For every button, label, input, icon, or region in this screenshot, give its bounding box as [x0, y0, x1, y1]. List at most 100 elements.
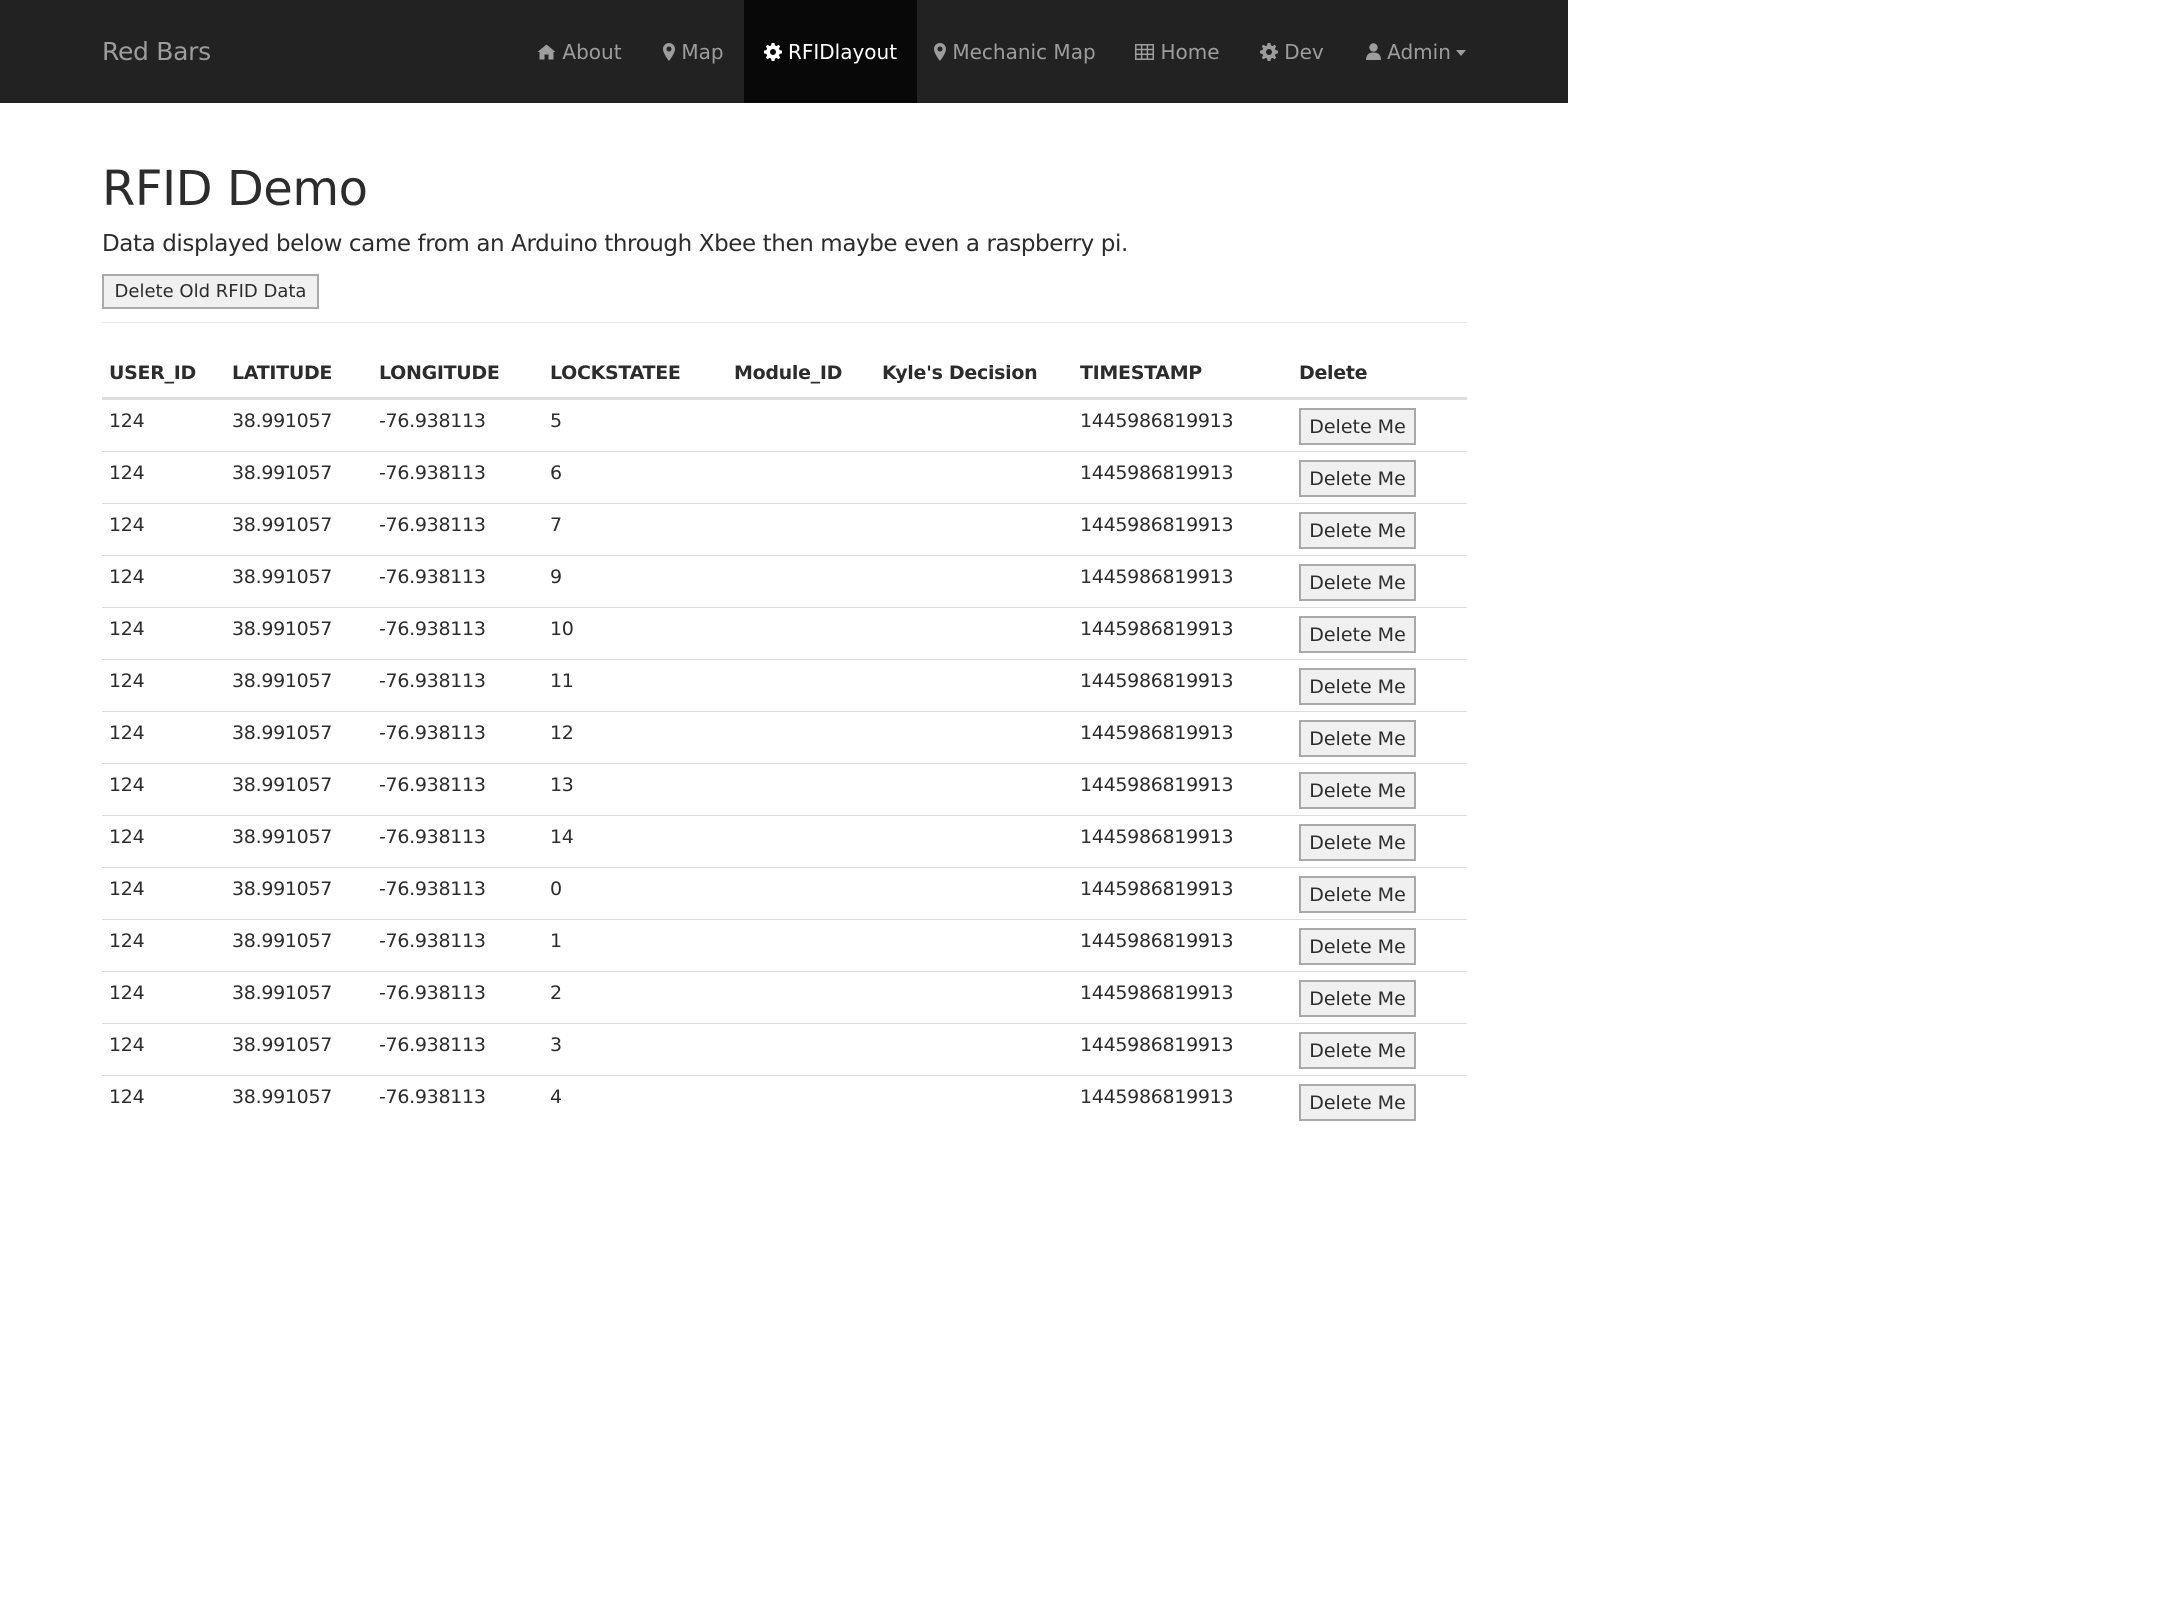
cell-value: -76.938113	[379, 670, 486, 692]
latitude-cell: 38.991057	[225, 815, 372, 868]
cell-value	[734, 660, 875, 670]
cell-value: -76.938113	[379, 410, 486, 432]
delete-me-button[interactable]: Delete Me	[1299, 616, 1416, 653]
module-id-cell	[727, 451, 875, 504]
caret-down-icon	[1455, 49, 1466, 56]
cell-value: 6	[550, 462, 562, 484]
cell-value: 38.991057	[232, 826, 333, 848]
nav-item-mechanic-map[interactable]: Mechanic Map	[922, 0, 1108, 103]
cell-value: 9	[550, 566, 562, 588]
cell-value: -76.938113	[379, 1086, 486, 1108]
nav-item-about[interactable]: About	[524, 0, 635, 103]
cell-value: 1	[550, 930, 562, 952]
delete-me-button[interactable]: Delete Me	[1299, 824, 1416, 861]
cell-value: -76.938113	[379, 930, 486, 952]
timestamp-cell: 1445986819913	[1073, 607, 1292, 660]
cell-value	[734, 556, 875, 566]
delete-me-button[interactable]: Delete Me	[1299, 876, 1416, 913]
longitude-cell: -76.938113	[372, 815, 543, 868]
module-id-cell	[727, 607, 875, 660]
cell-value	[734, 920, 875, 930]
module-id-cell	[727, 763, 875, 816]
map-marker-icon	[934, 42, 947, 61]
cell-value: 124	[109, 982, 145, 1004]
delete-me-button[interactable]: Delete Me	[1299, 928, 1416, 965]
gear-icon	[763, 42, 782, 61]
cell-value	[734, 608, 875, 618]
lockstatee-cell: 4	[543, 1076, 727, 1128]
kyles-decision-cell	[875, 503, 1073, 556]
delete-cell: Delete Me	[1292, 919, 1467, 972]
cell-value	[882, 608, 1073, 618]
kyles-decision-cell	[875, 763, 1073, 816]
cell-value: 124	[109, 1034, 145, 1056]
table-row: 124 38.991057 -76.938113 12 1445986819913 Del…	[102, 711, 1467, 764]
delete-me-button[interactable]: Delete Me	[1299, 460, 1416, 497]
lockstatee-cell: 13	[543, 763, 727, 816]
delete-cell: Delete Me	[1292, 398, 1467, 452]
delete-me-button[interactable]: Delete Me	[1299, 720, 1416, 757]
nav-item-rfidlayout[interactable]: RFIDlayout	[744, 0, 917, 103]
table-row: 124 38.991057 -76.938113 11 1445986819913 Del…	[102, 659, 1467, 712]
timestamp-cell: 1445986819913	[1073, 919, 1292, 972]
cell-value	[882, 764, 1073, 774]
nav-item-home[interactable]: Home	[1122, 0, 1233, 103]
column-header-delete: Delete	[1292, 348, 1467, 400]
delete-me-button[interactable]: Delete Me	[1299, 408, 1416, 445]
cell-value: 11	[550, 670, 574, 692]
cell-value: 13	[550, 774, 574, 796]
longitude-cell: -76.938113	[372, 711, 543, 764]
nav-item-label: Map	[681, 39, 724, 64]
delete-cell: Delete Me	[1292, 607, 1467, 660]
cell-value: 3	[550, 1034, 562, 1056]
lockstatee-cell: 6	[543, 451, 727, 504]
kyles-decision-cell	[875, 1023, 1073, 1076]
nav-item-map[interactable]: Map	[650, 0, 737, 103]
column-header-user-id: USER_ID	[102, 348, 225, 400]
cell-value: 1445986819913	[1080, 930, 1234, 952]
page-description: Data displayed below came from an Arduin…	[102, 231, 1128, 257]
delete-cell: Delete Me	[1292, 555, 1467, 608]
longitude-cell: -76.938113	[372, 659, 543, 712]
lockstatee-cell: 9	[543, 555, 727, 608]
longitude-cell: -76.938113	[372, 607, 543, 660]
cell-value: -76.938113	[379, 462, 486, 484]
nav-item-admin[interactable]: Admin	[1352, 0, 1480, 103]
delete-me-button[interactable]: Delete Me	[1299, 1032, 1416, 1069]
lockstatee-cell: 7	[543, 503, 727, 556]
module-id-cell	[727, 1023, 875, 1076]
delete-me-button[interactable]: Delete Me	[1299, 1084, 1416, 1121]
cell-value: 124	[109, 618, 145, 640]
cell-value	[734, 816, 875, 826]
cell-value: 38.991057	[232, 462, 333, 484]
latitude-cell: 38.991057	[225, 398, 372, 452]
cell-value: 124	[109, 1086, 145, 1108]
nav-item-dev[interactable]: Dev	[1247, 0, 1337, 103]
longitude-cell: -76.938113	[372, 919, 543, 972]
brand-link[interactable]: Red Bars	[102, 33, 211, 71]
divider	[102, 322, 1467, 323]
kyles-decision-cell	[875, 607, 1073, 660]
cell-value: 124	[109, 722, 145, 744]
user-id-cell: 124	[102, 867, 225, 920]
user-id-cell: 124	[102, 711, 225, 764]
table-row: 124 38.991057 -76.938113 3 1445986819913 Dele…	[102, 1023, 1467, 1076]
timestamp-cell: 1445986819913	[1073, 815, 1292, 868]
delete-me-button[interactable]: Delete Me	[1299, 980, 1416, 1017]
delete-old-rfid-data-button[interactable]: Delete Old RFID Data	[102, 274, 319, 309]
lockstatee-cell: 14	[543, 815, 727, 868]
delete-me-button[interactable]: Delete Me	[1299, 564, 1416, 601]
longitude-cell: -76.938113	[372, 555, 543, 608]
table-row: 124 38.991057 -76.938113 6 1445986819913 Dele…	[102, 451, 1467, 504]
delete-me-button[interactable]: Delete Me	[1299, 512, 1416, 549]
delete-cell: Delete Me	[1292, 1023, 1467, 1076]
navbar: Red Bars About Map RFIDlayout Mechanic M…	[0, 0, 1568, 103]
delete-me-button[interactable]: Delete Me	[1299, 668, 1416, 705]
timestamp-cell: 1445986819913	[1073, 503, 1292, 556]
table-row: 124 38.991057 -76.938113 0 1445986819913 Dele…	[102, 867, 1467, 920]
cell-value: 38.991057	[232, 566, 333, 588]
delete-me-button[interactable]: Delete Me	[1299, 772, 1416, 809]
cell-value: 38.991057	[232, 514, 333, 536]
cell-value	[734, 1076, 875, 1086]
table-row: 124 38.991057 -76.938113 10 1445986819913 Del…	[102, 607, 1467, 660]
